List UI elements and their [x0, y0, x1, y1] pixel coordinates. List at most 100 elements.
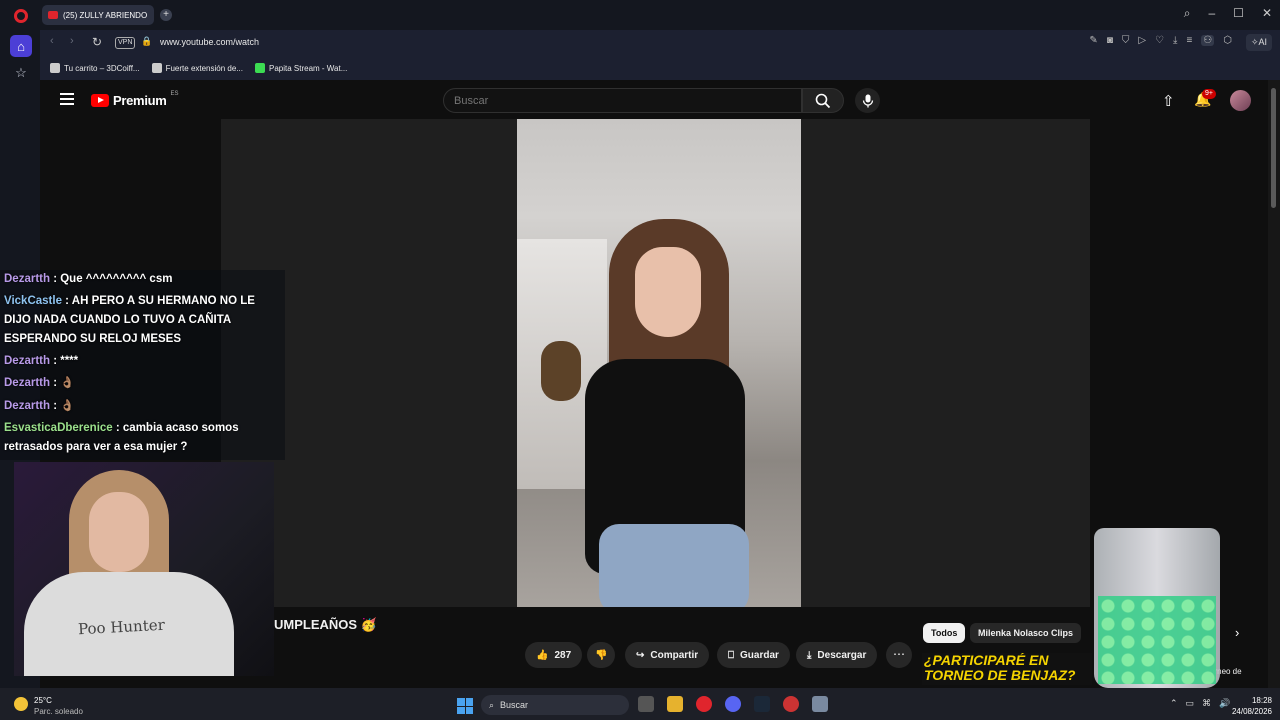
minimize-icon[interactable]: – [1208, 6, 1215, 21]
file-explorer-icon[interactable] [667, 696, 683, 712]
save-button[interactable]: ⎕ Guardar [717, 642, 790, 668]
tab-youtube[interactable]: (25) ZULLY ABRIENDO [42, 5, 154, 25]
upload-icon[interactable]: ⇧ [1162, 92, 1175, 110]
aria-button[interactable]: ✧AI [1246, 34, 1272, 51]
chevron-right-icon[interactable]: › [1235, 625, 1239, 640]
new-tab-button[interactable]: + [160, 9, 172, 21]
bookmark-item[interactable]: Fuerte extensión de... [151, 63, 243, 73]
chat-username: Dezartth [4, 400, 51, 412]
search-input[interactable] [444, 89, 801, 112]
lock-icon[interactable]: 🔒 [141, 36, 152, 47]
chip-todos[interactable]: Todos [923, 623, 966, 643]
video-player[interactable] [221, 119, 1090, 607]
search-tabs-icon[interactable]: ⌕ [1184, 6, 1191, 21]
steam-icon[interactable] [754, 696, 770, 712]
search-box [443, 88, 802, 113]
close-icon[interactable]: ✕ [1262, 6, 1272, 21]
maximize-icon[interactable]: ☐ [1233, 6, 1244, 21]
stream-jar-overlay [1094, 528, 1220, 688]
aria-label: AI [1258, 37, 1268, 47]
forward-icon[interactable]: › [70, 35, 74, 47]
clock-date[interactable]: 24/08/2026 [1226, 707, 1272, 716]
more-actions-button[interactable]: ⋯ [886, 642, 912, 668]
chat-message: Dezartth : Que ^^^^^^^^^ csm [4, 270, 274, 289]
thumbnail-text-line-2: TORNEO DE BENJAZ? [924, 667, 1076, 683]
screen: ⌂ ☆ (25) ZULLY ABRIENDO + ⌕ – ☐ ✕ ‹ › ↻ … [0, 0, 1280, 720]
youtube-favicon-icon [48, 11, 58, 19]
home-icon[interactable]: ⌂ [10, 35, 32, 57]
avatar[interactable] [1230, 90, 1251, 111]
download-icon[interactable]: ⤓ [1173, 35, 1177, 46]
weather-condition[interactable]: Parc. soleado [34, 707, 83, 716]
country-code: ES [170, 90, 179, 97]
like-button[interactable]: 👍 287 [525, 642, 583, 668]
chat-message: EsvasticaDberenice : cambia acaso somos … [4, 419, 274, 457]
chat-text: : **** [50, 355, 79, 367]
url-field[interactable]: www.youtube.com/watch [160, 37, 259, 47]
weather-sun-icon[interactable] [14, 697, 28, 711]
chip-milenka-nolasco-clips[interactable]: Milenka Nolasco Clips [970, 623, 1082, 643]
scrollbar-thumb[interactable] [1271, 88, 1276, 208]
clock-time[interactable]: 18:28 [1226, 696, 1272, 705]
task-view-icon[interactable] [638, 696, 654, 712]
person-face [635, 247, 701, 337]
discord-icon[interactable] [725, 696, 741, 712]
opera-taskbar-icon[interactable] [696, 696, 712, 712]
page-scrollbar[interactable] [1268, 80, 1280, 688]
voice-search-button[interactable] [855, 88, 880, 113]
camera-icon[interactable]: ◙ [1107, 35, 1113, 46]
app-icon[interactable] [783, 696, 799, 712]
tab-title: (25) ZULLY ABRIENDO [63, 10, 148, 20]
video-frame [517, 119, 801, 607]
share-label: Compartir [650, 649, 699, 661]
download-arrow-icon: ⤓ [807, 649, 812, 661]
bookmark-icon: ⎕ [728, 649, 734, 661]
play-icon[interactable]: ▷ [1138, 35, 1146, 46]
back-icon[interactable]: ‹ [50, 35, 54, 47]
weather-temperature[interactable]: 25°C [34, 696, 52, 705]
recommended-thumbnail[interactable]: ¿PARTICIPARÉ EN TORNEO DE BENJAZ? [922, 653, 1092, 685]
search-button[interactable] [802, 88, 844, 113]
chat-message: Dezartth : 👌🏽 [4, 397, 274, 416]
share-button[interactable]: ↪ Compartir [625, 642, 710, 668]
edit-icon[interactable]: ✎ [1089, 35, 1097, 46]
tray-chevron-icon[interactable]: ⌃ [1170, 698, 1178, 709]
opera-logo-icon[interactable] [14, 9, 28, 23]
heart-icon[interactable]: ♡ [1155, 35, 1164, 46]
tab-bar: (25) ZULLY ABRIENDO + ⌕ – ☐ ✕ [40, 0, 1280, 30]
download-label: Descargar [817, 649, 867, 661]
youtube-logo[interactable]: Premium ES [91, 90, 179, 108]
share-icon: ↪ [636, 649, 645, 661]
streamer-face [89, 492, 149, 572]
address-bar: ‹ › ↻ VPN 🔒 www.youtube.com/watch ✎ ◙ ⛉ … [40, 30, 1280, 56]
bookmark-item[interactable]: Papita Stream - Wat... [254, 63, 348, 73]
window-controls: ⌕ – ☐ ✕ [1184, 6, 1272, 21]
chat-message: Dezartth : 👌🏽 [4, 374, 274, 393]
microphone-icon [862, 94, 873, 107]
reload-icon[interactable]: ↻ [92, 35, 102, 49]
chat-message: VickCastle : AH PERO A SU HERMANO NO LE … [4, 292, 274, 349]
vpn-badge[interactable]: VPN [115, 37, 136, 49]
kick-favicon-icon [254, 63, 265, 73]
menu-icon[interactable]: ≡ [1186, 35, 1192, 46]
download-button[interactable]: ⤓ Descargar [796, 642, 878, 668]
address-bar-actions: ✎ ◙ ⛉ ▷ ♡ ⤓ ≡ ⚇ ⬡ [1089, 35, 1232, 46]
network-icon[interactable]: ⌘ [1202, 698, 1211, 709]
save-label: Guardar [740, 649, 779, 661]
windows-start-icon[interactable] [457, 698, 473, 714]
notification-badge: 9+ [1202, 89, 1216, 99]
shield-icon[interactable]: ⛉ [1122, 35, 1130, 46]
system-tray: ⌃ ▭ ⌘ 🔊 [1170, 698, 1230, 709]
dislike-button[interactable]: 👎 [587, 642, 616, 668]
settings-gear-icon[interactable] [812, 696, 828, 712]
hamburger-menu-icon[interactable] [60, 93, 74, 105]
bookmark-label: Papita Stream - Wat... [268, 63, 348, 73]
taskbar-search[interactable]: ⌕ Buscar [481, 695, 629, 715]
bookmark-favicon-icon [151, 63, 162, 73]
extensions-icon[interactable]: ⬡ [1223, 35, 1232, 46]
display-icon[interactable]: ▭ [1186, 698, 1195, 709]
bookmark-item[interactable]: Tu carrito – 3DCoiff... [50, 63, 140, 73]
star-icon[interactable]: ☆ [10, 62, 32, 84]
profile-icon[interactable]: ⚇ [1201, 35, 1215, 46]
taskbar-search-label: Buscar [500, 700, 529, 710]
